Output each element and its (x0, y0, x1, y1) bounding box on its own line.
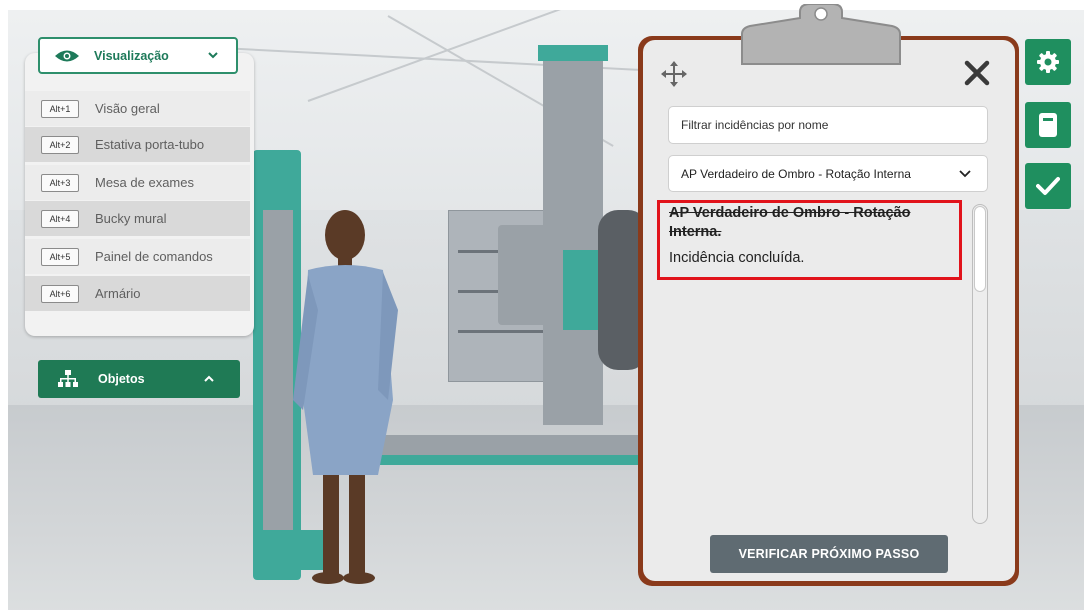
view-item-tube-stand[interactable]: Alt+2 Estativa porta-tubo (25, 127, 250, 162)
close-icon[interactable] (962, 58, 992, 93)
settings-button[interactable] (1025, 39, 1071, 85)
view-item-label: Painel de comandos (95, 249, 213, 264)
filter-incidences-input[interactable] (668, 106, 988, 144)
view-item-exam-table[interactable]: Alt+3 Mesa de exames (25, 165, 250, 200)
move-icon[interactable] (660, 60, 688, 93)
confirm-button[interactable] (1025, 163, 1071, 209)
shortcut-key: Alt+6 (41, 284, 79, 303)
view-item-bucky-wall[interactable]: Alt+4 Bucky mural (25, 201, 250, 236)
incidence-select[interactable]: AP Verdadeiro de Ombro - Rotação Interna (668, 155, 988, 192)
scrollbar-thumb[interactable] (974, 206, 986, 292)
hierarchy-icon (58, 369, 78, 389)
chevron-down-icon (208, 50, 218, 62)
chevron-down-icon (959, 165, 971, 183)
shortcut-key: Alt+4 (41, 209, 79, 228)
view-item-label: Estativa porta-tubo (95, 137, 205, 152)
eye-icon (54, 49, 80, 63)
incidence-title: AP Verdadeiro de Ombro - Rotação Interna… (669, 205, 911, 240)
chevron-up-icon (204, 373, 214, 385)
patient-figure (293, 210, 398, 584)
check-icon (1036, 176, 1060, 196)
view-item-overview[interactable]: Alt+1 Visão geral (25, 91, 250, 126)
selected-incidence: AP Verdadeiro de Ombro - Rotação Interna (681, 166, 911, 181)
shortcut-key: Alt+3 (41, 173, 79, 192)
view-item-control-panel[interactable]: Alt+5 Painel de comandos (25, 239, 250, 274)
incidence-status: Incidência concluída. (669, 250, 805, 266)
gear-icon (1036, 50, 1060, 74)
verify-next-step-button[interactable]: VERIFICAR PRÓXIMO PASSO (710, 535, 948, 573)
view-item-label: Mesa de exames (95, 175, 194, 190)
visualization-dropdown[interactable]: Visualização (38, 37, 238, 74)
view-item-label: Visão geral (95, 101, 160, 116)
objects-label: Objetos (98, 372, 145, 386)
document-icon (1039, 113, 1057, 137)
shortcut-key: Alt+1 (41, 99, 79, 118)
shortcut-key: Alt+5 (41, 247, 79, 266)
view-item-label: Bucky mural (95, 211, 167, 226)
view-item-label: Armário (95, 286, 141, 301)
visualization-label: Visualização (94, 48, 169, 63)
shortcut-key: Alt+2 (41, 135, 79, 154)
clipboard-clip (741, 4, 901, 65)
objects-button[interactable]: Objetos (38, 360, 240, 398)
view-item-cabinet[interactable]: Alt+6 Armário (25, 276, 250, 311)
document-button[interactable] (1025, 102, 1071, 148)
